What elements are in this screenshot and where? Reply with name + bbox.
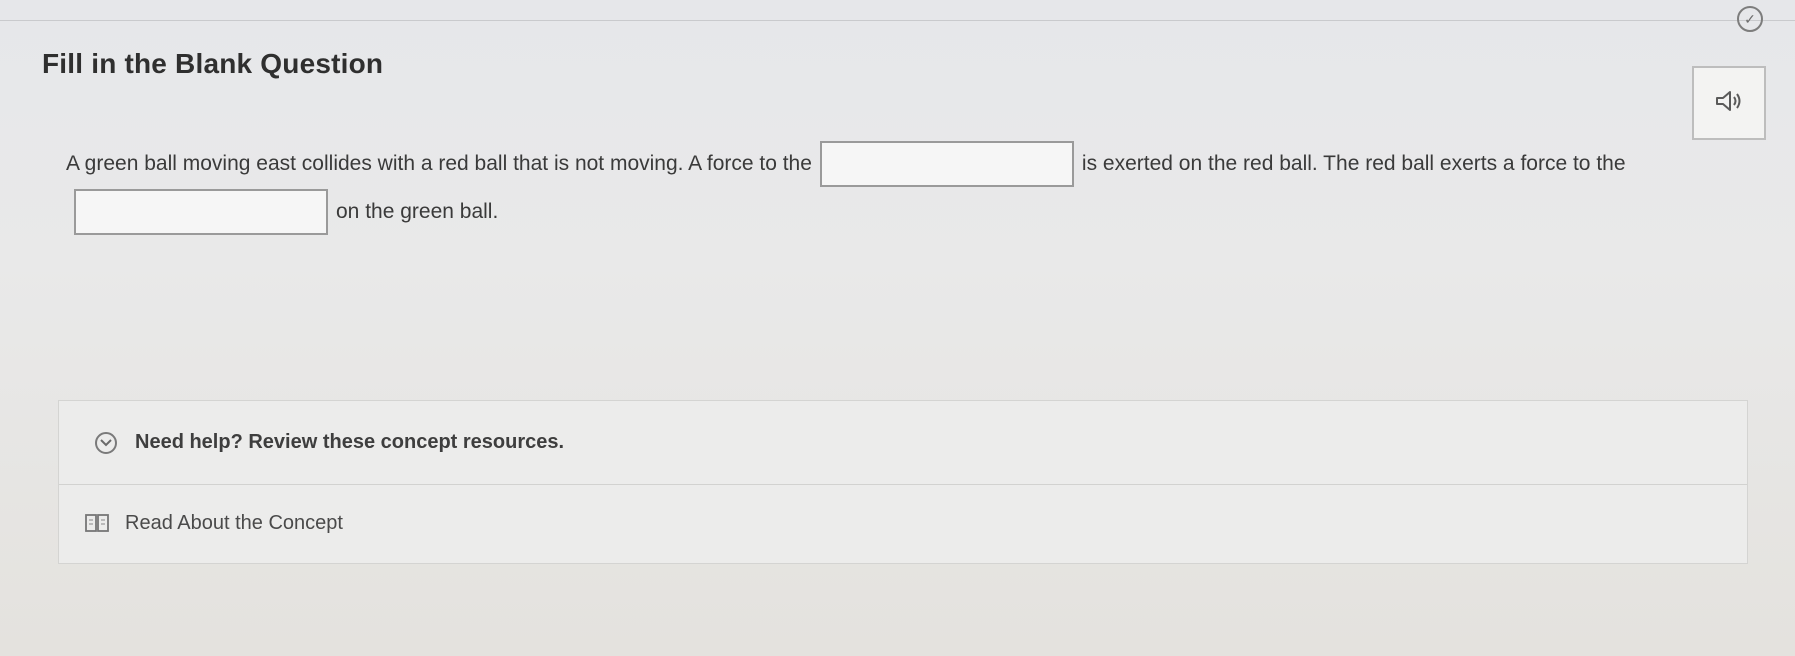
top-divider [0,20,1795,21]
chevron-down-icon [95,431,117,454]
help-toggle-label: Need help? Review these concept resource… [135,431,565,453]
question-text-part-1: A green ball moving east collides with a… [66,152,812,175]
help-toggle[interactable]: Need help? Review these concept resource… [59,401,1747,485]
page-title: Fill in the Blank Question [42,48,384,79]
speaker-icon [1714,89,1744,118]
read-aloud-button[interactable] [1692,66,1766,140]
question-text: A green ball moving east collides with a… [66,140,1746,236]
question-text-part-3: on the green ball. [336,200,499,223]
resource-link-read-about-concept[interactable]: Read About the Concept [59,493,1747,553]
book-icon [85,513,109,533]
blank-input-1[interactable] [819,141,1074,188]
resource-label: Read About the Concept [125,511,343,534]
question-text-part-2: is exerted on the red ball. The red ball… [1081,152,1626,175]
blank-input-2[interactable] [74,189,328,236]
help-panel: Need help? Review these concept resource… [58,400,1748,564]
check-circle-icon: ✓ [1737,6,1763,32]
